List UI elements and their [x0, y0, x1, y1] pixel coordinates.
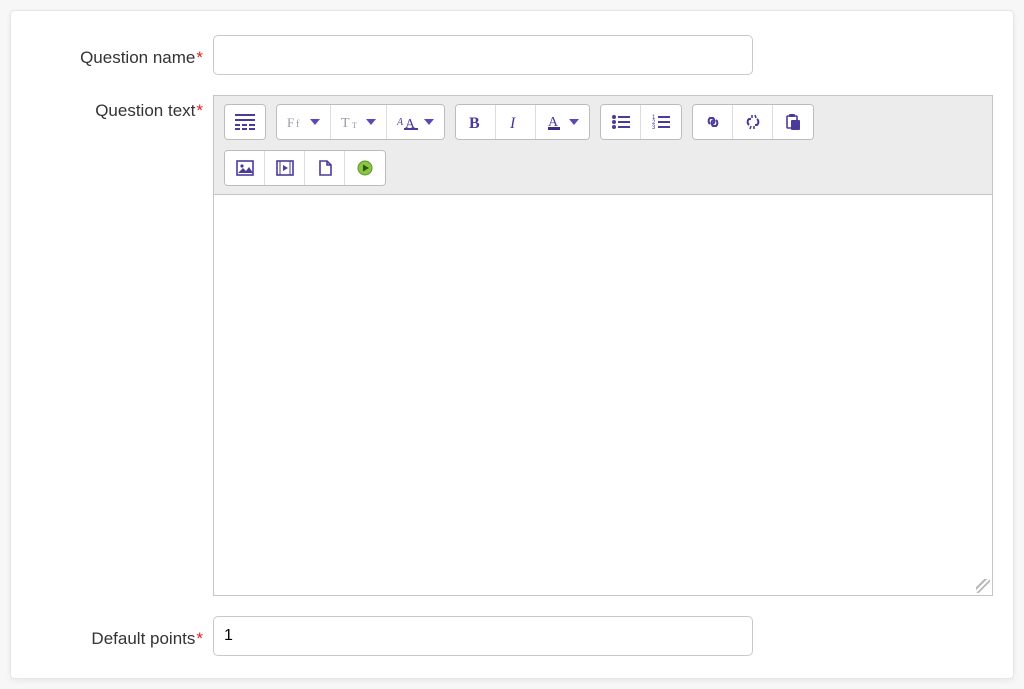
- font-family-icon: F f: [287, 114, 305, 130]
- question-form-card: Question name* Question text*: [10, 10, 1014, 679]
- required-marker: *: [196, 48, 203, 67]
- label-text: Question text: [95, 101, 195, 120]
- rich-text-editor: F f T T: [213, 95, 993, 596]
- italic-icon: I: [510, 114, 522, 130]
- numbered-list-icon: 1 2 3: [652, 114, 670, 130]
- bulleted-list-button[interactable]: [601, 105, 641, 139]
- image-button[interactable]: [225, 151, 265, 185]
- question-text-textarea[interactable]: [214, 195, 992, 595]
- svg-text:F: F: [287, 115, 294, 130]
- font-color-button[interactable]: A: [536, 105, 589, 139]
- svg-text:I: I: [510, 115, 516, 130]
- paste-icon: [785, 114, 801, 130]
- show-more-icon: [235, 114, 255, 130]
- show-more-button[interactable]: [225, 105, 265, 139]
- font-size-button[interactable]: T T: [331, 105, 387, 139]
- toolbar-group-lists: 1 2 3: [600, 104, 682, 140]
- formatting-button[interactable]: A A: [387, 105, 444, 139]
- file-button[interactable]: [305, 151, 345, 185]
- svg-text:B: B: [469, 115, 480, 130]
- svg-text:f: f: [296, 119, 300, 130]
- bold-button[interactable]: B: [456, 105, 496, 139]
- toolbar-group-media: [224, 150, 386, 186]
- resize-handle[interactable]: [976, 579, 990, 593]
- paste-button[interactable]: [773, 105, 813, 139]
- editor-toolbar: F f T T: [214, 96, 992, 195]
- row-question-name: Question name*: [33, 35, 991, 75]
- media-button[interactable]: [265, 151, 305, 185]
- media-icon: [276, 160, 294, 176]
- link-icon: [704, 114, 722, 130]
- bulleted-list-icon: [612, 114, 630, 130]
- chevron-down-icon: [310, 119, 320, 125]
- numbered-list-button[interactable]: 1 2 3: [641, 105, 681, 139]
- toolbar-group-toggle: [224, 104, 266, 140]
- label-text: Question name: [80, 48, 195, 67]
- toolbar-group-links: [692, 104, 814, 140]
- link-button[interactable]: [693, 105, 733, 139]
- chevron-down-icon: [569, 119, 579, 125]
- question-name-input[interactable]: [213, 35, 753, 75]
- svg-text:A: A: [397, 117, 404, 128]
- bold-icon: B: [469, 114, 483, 130]
- required-marker: *: [196, 629, 203, 648]
- record-icon: [357, 160, 373, 176]
- editor-body: [214, 195, 992, 595]
- font-family-button[interactable]: F f: [277, 105, 331, 139]
- label-text: Default points: [91, 629, 195, 648]
- required-marker: *: [196, 101, 203, 120]
- default-points-input[interactable]: [213, 616, 753, 656]
- chevron-down-icon: [424, 119, 434, 125]
- toolbar-group-font: F f T T: [276, 104, 445, 140]
- row-question-text: Question text*: [33, 95, 991, 596]
- record-button[interactable]: [345, 151, 385, 185]
- label-default-points: Default points*: [33, 623, 213, 649]
- formatting-icon: A A: [397, 114, 419, 130]
- svg-text:T: T: [352, 121, 357, 130]
- file-icon: [317, 160, 333, 176]
- image-icon: [236, 160, 254, 176]
- unlink-icon: [744, 114, 762, 130]
- svg-text:T: T: [341, 116, 350, 130]
- font-size-icon: T T: [341, 114, 361, 130]
- italic-button[interactable]: I: [496, 105, 536, 139]
- svg-text:3: 3: [652, 125, 656, 130]
- label-question-text: Question text*: [33, 95, 213, 121]
- font-color-icon: A: [546, 114, 564, 130]
- unlink-button[interactable]: [733, 105, 773, 139]
- label-question-name: Question name*: [33, 42, 213, 68]
- chevron-down-icon: [366, 119, 376, 125]
- row-default-points: Default points*: [33, 616, 991, 656]
- toolbar-group-text-style: B I: [455, 104, 590, 140]
